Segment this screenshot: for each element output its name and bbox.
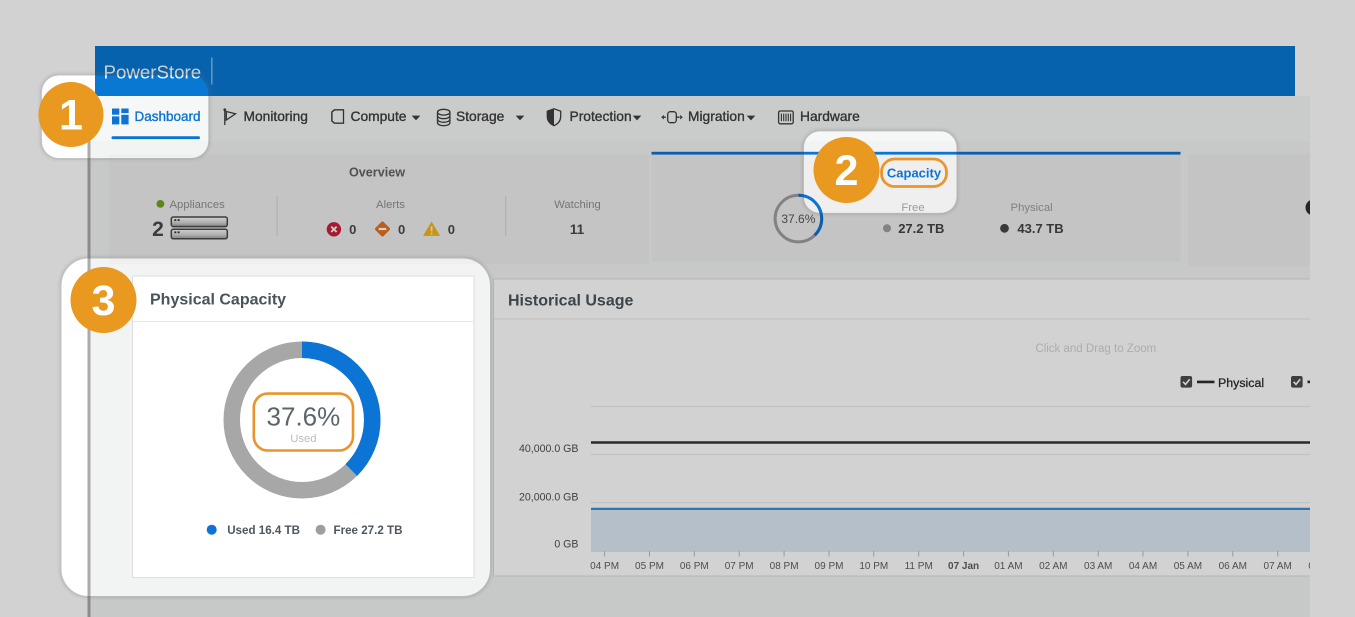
svg-text:Free 27.2 TB: Free 27.2 TB xyxy=(334,524,403,537)
svg-text:Physical Capacity: Physical Capacity xyxy=(150,292,286,309)
svg-text:1: 1 xyxy=(59,92,83,140)
svg-text:2: 2 xyxy=(835,147,859,195)
svg-text:Free: Free xyxy=(901,202,924,214)
svg-text:Dashboard: Dashboard xyxy=(135,109,201,124)
svg-text:3: 3 xyxy=(92,277,116,325)
svg-text:Capacity: Capacity xyxy=(887,166,942,181)
svg-text:37.6%: 37.6% xyxy=(267,402,341,432)
svg-text:Used: Used xyxy=(290,433,316,445)
svg-text:Used 16.4 TB: Used 16.4 TB xyxy=(227,524,300,537)
